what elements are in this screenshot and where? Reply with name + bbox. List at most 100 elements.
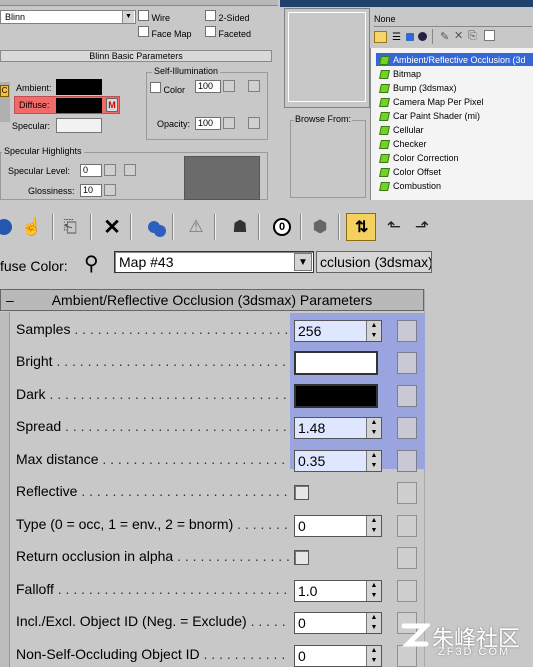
- ambient-swatch[interactable]: [56, 79, 102, 95]
- view-list-icon[interactable]: [374, 31, 387, 43]
- spinner-arrows-icon[interactable]: ▲ ▼: [366, 646, 381, 666]
- glossiness-input[interactable]: 10: [80, 184, 102, 197]
- map-name-dropdown[interactable]: Map #43 ▼: [114, 251, 314, 273]
- browser-preview: [288, 12, 366, 102]
- map-type-button[interactable]: cclusion (3dsmax): [316, 251, 432, 273]
- material-id-icon[interactable]: ⚠: [184, 214, 208, 240]
- faceted-checkbox[interactable]: Faceted: [205, 26, 251, 39]
- pick-material-icon[interactable]: ⚲: [84, 251, 99, 276]
- wire-checkbox[interactable]: Wire: [138, 10, 170, 23]
- param-map-button[interactable]: [397, 450, 417, 472]
- face-map-checkbox[interactable]: Face Map: [138, 26, 192, 39]
- two-sided-checkbox[interactable]: 2-Sided: [205, 10, 250, 23]
- put-to-library-icon[interactable]: [142, 214, 166, 240]
- spec-level-label: Specular Level:: [8, 166, 71, 176]
- delete-from-library-icon[interactable]: ✕: [454, 29, 463, 42]
- self-illum-value[interactable]: 100: [195, 80, 221, 93]
- diffuse-swatch[interactable]: [56, 98, 102, 113]
- param-spinner[interactable]: 1.0 ▲ ▼: [294, 580, 382, 602]
- param-checkbox[interactable]: [294, 485, 309, 500]
- spec-level-map-button[interactable]: [124, 164, 136, 176]
- material-effects-channel-icon[interactable]: 0: [270, 214, 294, 240]
- show-end-result-icon[interactable]: ⬢: [308, 214, 332, 240]
- view-large-icons-icon[interactable]: [418, 32, 427, 41]
- shader-dropdown[interactable]: Blinn ▼: [0, 10, 136, 24]
- param-spinner[interactable]: 0 ▲ ▼: [294, 612, 382, 634]
- param-spinner[interactable]: 0 ▲ ▼: [294, 515, 382, 537]
- map-list-label: Ambient/Reflective Occlusion (3d: [393, 55, 526, 65]
- map-list-item[interactable]: Car Paint Shader (mi): [379, 109, 480, 123]
- param-spinner[interactable]: 1.48 ▲ ▼: [294, 417, 382, 439]
- watermark-domain: ZF3D.COM: [438, 646, 511, 658]
- param-label-text: Spread: [16, 418, 62, 434]
- spec-level-input[interactable]: 0: [80, 164, 102, 177]
- map-list-item[interactable]: Bump (3dsmax): [379, 81, 457, 95]
- dark-color-swatch[interactable]: [294, 384, 378, 408]
- param-checkbox[interactable]: [294, 550, 309, 565]
- spinner-value: 0: [298, 648, 306, 664]
- map-list-item[interactable]: Cellular: [379, 123, 424, 137]
- param-map-button[interactable]: [397, 352, 417, 374]
- spinner-arrows-icon[interactable]: ▲ ▼: [366, 418, 381, 438]
- spinner-arrows-icon[interactable]: ▲ ▼: [366, 613, 381, 633]
- view-small-icons-icon[interactable]: [406, 33, 414, 41]
- show-map-in-viewport-icon[interactable]: ☗: [228, 214, 252, 240]
- clear-library-icon[interactable]: ⎘: [468, 30, 477, 43]
- param-spinner[interactable]: 0.35 ▲ ▼: [294, 450, 382, 472]
- param-row-label: Max distance . . . . . . . . . . . . . .…: [16, 451, 290, 467]
- specular-swatch[interactable]: [56, 118, 102, 133]
- map-list-item[interactable]: Color Offset: [379, 165, 441, 179]
- map-list-item[interactable]: Ambient/Reflective Occlusion (3d: [379, 53, 526, 67]
- m-button[interactable]: M: [106, 98, 118, 112]
- param-map-button[interactable]: [397, 320, 417, 342]
- update-scene-icon[interactable]: ✎: [440, 30, 449, 43]
- wire-label: Wire: [151, 13, 171, 23]
- delete-icon[interactable]: ✕: [100, 214, 124, 240]
- param-map-button[interactable]: [397, 385, 417, 407]
- ao-rollout-header[interactable]: – Ambient/Reflective Occlusion (3dsmax) …: [0, 289, 424, 311]
- map-type-icon: [379, 69, 390, 79]
- map-list-item[interactable]: Bitmap: [379, 67, 421, 81]
- param-map-button[interactable]: [397, 482, 417, 504]
- param-row-label: Incl./Excl. Object ID (Neg. = Exclude) .…: [16, 613, 290, 629]
- copy-material-icon[interactable]: ⎗: [58, 214, 82, 240]
- glossiness-label: Glossiness:: [28, 186, 75, 196]
- show-map-toggle[interactable]: ⇅: [346, 213, 376, 241]
- spec-level-spinner[interactable]: [104, 164, 116, 176]
- spinner-arrows-icon[interactable]: ▲ ▼: [366, 581, 381, 601]
- map-list-item[interactable]: Checker: [379, 137, 427, 151]
- bright-color-swatch[interactable]: [294, 351, 378, 375]
- map-list-item[interactable]: Camera Map Per Pixel: [379, 95, 484, 109]
- self-illum-color-checkbox[interactable]: Color: [150, 82, 185, 95]
- self-illum-spinner[interactable]: [223, 80, 235, 92]
- opacity-label: Opacity:: [157, 119, 191, 129]
- opacity-value: 100: [198, 118, 214, 128]
- param-spinner[interactable]: 256 ▲ ▼: [294, 320, 382, 342]
- spinner-arrows-icon[interactable]: ▲ ▼: [366, 516, 381, 536]
- param-map-button[interactable]: [397, 417, 417, 439]
- sample-sphere-icon[interactable]: [0, 214, 16, 240]
- spinner-arrows-icon[interactable]: ▲ ▼: [366, 451, 381, 471]
- opacity-spinner[interactable]: [223, 117, 235, 129]
- param-map-button[interactable]: [397, 515, 417, 537]
- c-button[interactable]: C: [0, 85, 9, 97]
- view-list-icons-icon[interactable]: ☰: [392, 32, 401, 43]
- param-map-button[interactable]: [397, 547, 417, 569]
- param-row-label: Dark . . . . . . . . . . . . . . . . . .…: [16, 386, 290, 402]
- blinn-rollout-header[interactable]: Blinn Basic Parameters: [0, 50, 272, 62]
- go-forward-to-sibling-icon[interactable]: ⬏: [410, 214, 434, 240]
- opacity-map-button[interactable]: [248, 117, 260, 129]
- param-spinner[interactable]: 0 ▲ ▼: [294, 645, 382, 667]
- map-list-item[interactable]: Combustion: [379, 179, 441, 193]
- spinner-arrows-icon[interactable]: ▲ ▼: [366, 321, 381, 341]
- blank-slot-icon[interactable]: [484, 30, 495, 41]
- param-map-button[interactable]: [397, 580, 417, 602]
- swap-arrows-icon: ⇅: [355, 219, 369, 236]
- self-illum-map-button[interactable]: [248, 80, 260, 92]
- get-material-icon[interactable]: ☝: [20, 214, 44, 240]
- opacity-input[interactable]: 100: [195, 117, 221, 130]
- glossiness-spinner[interactable]: [104, 184, 116, 196]
- map-list-item[interactable]: Color Correction: [379, 151, 459, 165]
- go-to-parent-icon[interactable]: ⬑: [382, 214, 406, 240]
- param-row-label: Reflective . . . . . . . . . . . . . . .…: [16, 483, 290, 499]
